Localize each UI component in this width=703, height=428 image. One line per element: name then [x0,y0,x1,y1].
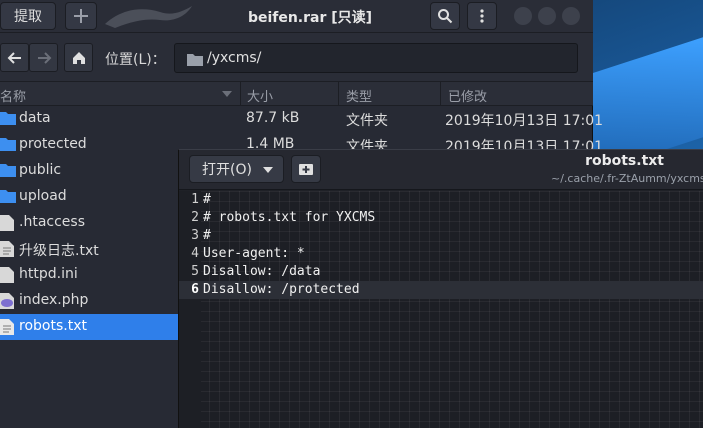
line-text: # robots.txt for YXCMS [203,210,376,225]
column-header-name[interactable]: 名称 [0,86,26,105]
line-number: 3 [191,228,199,243]
arrow-left-icon [7,51,21,64]
back-button[interactable] [0,43,29,72]
column-header-type[interactable]: 类型 [346,86,372,105]
line-number: 2 [191,210,199,225]
search-icon [438,9,453,24]
folder-icon [0,138,16,151]
code-line: 4 User-agent: * [179,245,703,263]
folder-icon [187,54,203,66]
search-button[interactable] [430,2,460,30]
column-header-modified[interactable]: 已修改 [448,86,487,105]
text-file-icon [0,319,14,335]
file-name: 升级日志.txt [19,243,99,259]
arrow-right-icon [37,51,51,64]
file-name: index.php [19,292,89,308]
window-title: beifen.rar [只读] [247,10,373,26]
text-editor-headerbar: 打开(O) robots.txt ~/.cache/.fr-ZtAumm/yxc… [179,150,703,190]
file-icon [0,267,14,283]
new-document-icon [299,164,313,175]
line-number: 4 [191,246,199,261]
list-item[interactable]: index.php [0,288,178,314]
line-number: 1 [191,192,199,207]
editor-file-path: ~/.cache/.fr-ZtAumm/yxcms [551,172,703,185]
file-name: robots.txt [19,318,87,334]
sort-descending-icon [222,91,232,97]
line-text: # [203,192,211,207]
minimize-button[interactable] [514,7,532,25]
location-toolbar: 位置(L)： /yxcms/ [0,33,593,82]
add-files-button[interactable] [65,2,97,30]
line-number: 5 [191,264,199,279]
list-item[interactable]: data 87.7 kB 文件夹 2019年10月13日 17:01 [0,106,603,132]
file-size: 87.7 kB [246,110,300,126]
line-text: Disallow: /protected [203,282,360,297]
php-file-icon [0,293,14,309]
extract-button[interactable]: 提取 [0,2,56,30]
text-editor-window: 打开(O) robots.txt ~/.cache/.fr-ZtAumm/yxc… [178,149,703,428]
code-line: 3 # [179,227,703,245]
code-line: 1 # [179,191,703,209]
close-button[interactable] [562,7,580,25]
folder-icon [0,190,16,203]
list-item-selected[interactable]: robots.txt [0,314,178,340]
file-modified: 2019年10月13日 17:01 [445,113,604,129]
list-item[interactable]: 升级日志.txt [0,236,178,262]
file-name: upload [19,188,67,204]
location-path-text: /yxcms/ [207,50,262,66]
line-number: 6 [191,282,199,297]
file-name: public [19,162,62,178]
home-icon [72,51,85,64]
location-label: 位置(L)： [105,52,166,68]
file-icon [0,215,14,231]
folder-icon [0,112,16,125]
list-item[interactable]: .htaccess [0,210,178,236]
home-button[interactable] [64,43,93,72]
code-line: 2 # robots.txt for YXCMS [179,209,703,227]
location-path-field[interactable]: /yxcms/ [174,43,578,73]
folder-icon [0,164,16,177]
forward-button[interactable] [29,43,58,72]
line-text: # [203,228,211,243]
plus-icon [74,9,88,23]
list-item[interactable]: upload [0,184,178,210]
column-header-size[interactable]: 大小 [247,86,273,105]
line-text: Disallow: /data [203,264,321,279]
kebab-menu-icon [480,9,484,23]
maximize-button[interactable] [538,7,556,25]
open-button-label: 打开(O) [202,162,252,178]
line-text: User-agent: * [203,246,305,261]
menu-button[interactable] [467,2,497,30]
file-name: .htaccess [19,214,85,230]
open-button[interactable]: 打开(O) [189,155,284,183]
archive-manager-headerbar: 提取 beifen.rar [只读] [0,0,593,33]
text-file-icon [0,241,14,257]
new-document-button[interactable] [291,155,321,183]
code-line-current: 6 Disallow: /protected [179,281,703,299]
column-header-row: 名称 大小 类型 已修改 [0,82,593,106]
list-item[interactable]: httpd.ini [0,262,178,288]
editor-title: robots.txt [585,153,664,169]
kali-dragon-watermark-icon [105,6,192,28]
chevron-down-icon [263,167,273,173]
list-item[interactable]: public [0,158,178,184]
file-name: protected [19,136,87,152]
file-name: httpd.ini [19,266,78,282]
file-type: 文件夹 [346,113,388,129]
editor-text-area[interactable]: 1 # 2 # robots.txt for YXCMS 3 # 4 User-… [179,191,703,428]
code-line: 5 Disallow: /data [179,263,703,281]
file-name: data [19,110,51,126]
